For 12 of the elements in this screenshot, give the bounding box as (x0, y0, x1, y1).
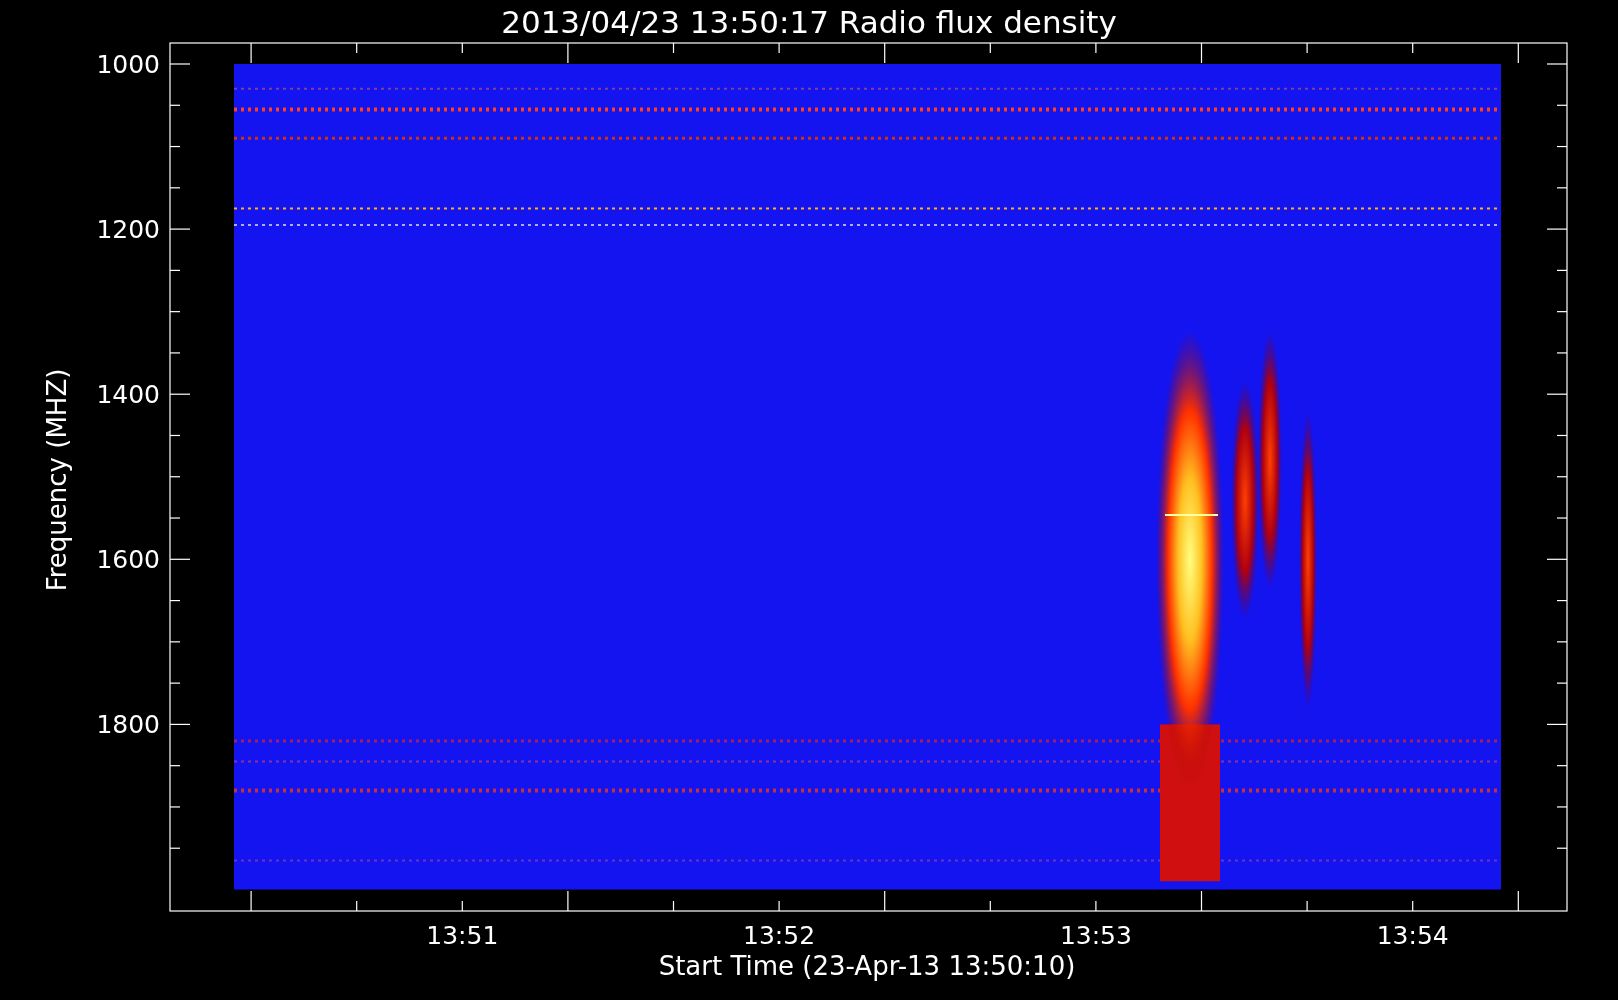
x-tick-label: 13:54 (1376, 921, 1449, 950)
y-tick-label: 1200 (96, 215, 160, 245)
y-tick-label: 1800 (96, 710, 160, 740)
x-tick-label: 13:53 (1059, 921, 1132, 950)
y-axis-label: Frequency (MHZ) (42, 368, 72, 592)
x-axis-label: Start Time (23-Apr-13 13:50:10) (658, 951, 1076, 981)
x-tick-label: 13:52 (743, 921, 816, 950)
chart-title: 2013/04/23 13:50:17 Radio flux density (501, 4, 1117, 40)
y-tick-label: 1400 (96, 380, 160, 410)
y-tick-label: 1600 (96, 545, 160, 575)
x-tick-label: 13:51 (426, 921, 499, 950)
y-tick-label: 1000 (96, 50, 160, 79)
